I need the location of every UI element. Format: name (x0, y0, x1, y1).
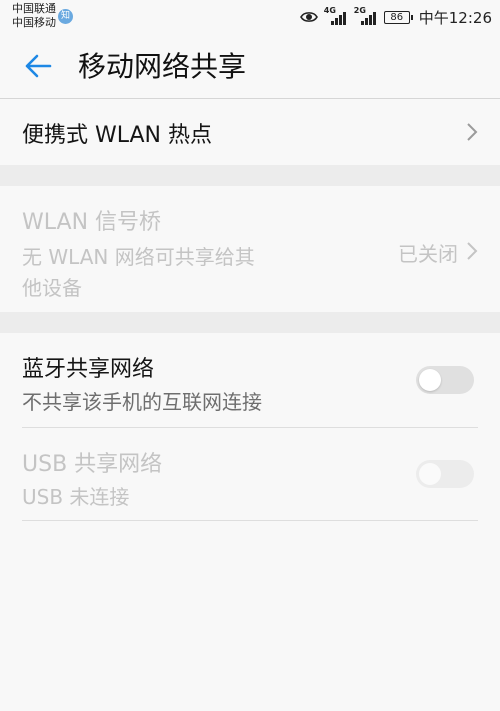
section-gap (0, 312, 500, 333)
battery-level: 86 (383, 10, 410, 24)
eye-icon (299, 12, 318, 22)
wlan-bridge-subtitle-line2: 他设备 (22, 276, 82, 300)
toggle-knob (419, 369, 441, 391)
chevron-right-icon (467, 123, 478, 141)
status-bar: 中国联通 中国移动 知 4G 2G 86 中午12:26 (0, 0, 500, 36)
arrow-left-icon[interactable] (22, 50, 54, 82)
carrier-1: 中国联通 (12, 2, 56, 15)
usb-tethering-item[interactable]: USB 共享网络 USB 未连接 (0, 428, 500, 520)
bluetooth-tethering-subtitle: 不共享该手机的互联网连接 (22, 390, 262, 414)
app-header: 移动网络共享 (0, 36, 500, 98)
portable-hotspot-item[interactable]: 便携式 WLAN 热点 (0, 99, 500, 165)
bluetooth-tethering-label: 蓝牙共享网络 (22, 357, 155, 382)
clock: 中午12:26 (418, 8, 492, 27)
wlan-bridge-status: 已关闭 (398, 242, 458, 266)
toggle-knob (419, 463, 441, 485)
usb-tethering-label: USB 共享网络 (22, 452, 163, 477)
divider (22, 520, 478, 521)
section-gap (0, 165, 500, 186)
signal-strength-icon-1: 4G (324, 6, 348, 25)
carrier-info: 中国联通 中国移动 (12, 2, 56, 30)
usb-tethering-toggle[interactable] (416, 460, 474, 488)
battery-icon: 86 (383, 10, 413, 24)
zhihu-notification-icon: 知 (58, 9, 73, 24)
portable-hotspot-label: 便携式 WLAN 热点 (22, 123, 213, 148)
status-icons: 4G 2G 86 中午12:26 (299, 6, 492, 28)
bluetooth-tethering-item[interactable]: 蓝牙共享网络 不共享该手机的互联网连接 (0, 333, 500, 427)
bluetooth-tethering-toggle[interactable] (416, 366, 474, 394)
signal-strength-icon-2: 2G (354, 6, 378, 25)
carrier-2: 中国移动 (12, 16, 56, 29)
wlan-bridge-item[interactable]: WLAN 信号桥 无 WLAN 网络可共享给其 他设备 已关闭 (0, 186, 500, 312)
chevron-right-icon (467, 242, 478, 260)
usb-tethering-subtitle: USB 未连接 (22, 485, 130, 509)
wlan-bridge-subtitle-line1: 无 WLAN 网络可共享给其 (22, 245, 255, 269)
page-title: 移动网络共享 (78, 50, 247, 83)
wlan-bridge-label: WLAN 信号桥 (22, 210, 162, 235)
